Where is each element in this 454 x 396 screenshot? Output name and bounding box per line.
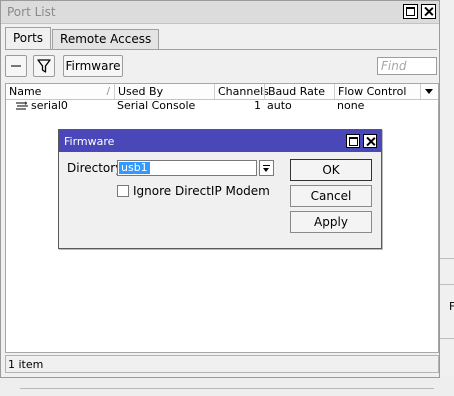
column-menu-button[interactable] bbox=[420, 84, 438, 99]
dialog-title: Firmware bbox=[64, 135, 115, 148]
background-window-bottom bbox=[0, 376, 454, 396]
window-title: Port List bbox=[7, 5, 56, 19]
tab-remote-access[interactable]: Remote Access bbox=[52, 29, 160, 49]
divider bbox=[20, 388, 434, 389]
divider bbox=[439, 258, 454, 259]
background-edge-text: F bbox=[449, 300, 454, 313]
find-field[interactable] bbox=[377, 57, 438, 75]
ok-button[interactable]: OK bbox=[290, 159, 372, 181]
directory-field[interactable]: usb1 bbox=[117, 160, 257, 176]
close-icon[interactable] bbox=[421, 4, 436, 19]
row-name-cell: serial0 bbox=[12, 99, 114, 113]
column-header-name[interactable]: Name / bbox=[6, 84, 114, 99]
tab-ports[interactable]: Ports bbox=[5, 27, 52, 50]
maximize-icon[interactable] bbox=[403, 4, 418, 19]
background-window-edge: F bbox=[438, 0, 454, 396]
divider bbox=[439, 284, 454, 285]
divider bbox=[5, 49, 437, 50]
tab-bar: Ports Remote Access bbox=[5, 27, 160, 50]
apply-button[interactable]: Apply bbox=[290, 211, 372, 233]
maximize-icon[interactable] bbox=[346, 134, 360, 148]
table-row[interactable]: serial0 Serial Console 1 auto none bbox=[6, 99, 438, 113]
sort-indicator: / bbox=[106, 86, 110, 97]
directory-value: usb1 bbox=[119, 161, 150, 174]
ignore-directip-modem-checkbox[interactable] bbox=[117, 185, 129, 197]
item-count: 1 item bbox=[8, 358, 44, 371]
filter-button[interactable] bbox=[33, 55, 55, 77]
window-titlebar[interactable]: Port List bbox=[1, 1, 439, 24]
row-used-by: Serial Console bbox=[117, 99, 196, 112]
row-name: serial0 bbox=[31, 99, 68, 112]
column-header-flow-control[interactable]: Flow Control bbox=[334, 84, 421, 99]
column-header-label: Name bbox=[9, 85, 42, 98]
serial-port-icon bbox=[16, 101, 28, 110]
divider bbox=[439, 338, 454, 339]
column-header-used-by[interactable]: Used By bbox=[114, 84, 214, 99]
column-header-channels[interactable]: Channels bbox=[214, 84, 269, 99]
row-flow-control: none bbox=[337, 99, 365, 112]
dialog-titlebar[interactable]: Firmware bbox=[59, 130, 381, 152]
row-channels: 1 bbox=[254, 99, 261, 112]
firmware-button[interactable]: Firmware bbox=[63, 55, 123, 77]
firmware-dialog: Firmware Directory: usb1 Ignore DirectIP… bbox=[58, 129, 382, 249]
status-bar: 1 item bbox=[5, 355, 439, 373]
directory-dropdown-button[interactable] bbox=[259, 160, 274, 176]
table-header: Name / Used By Channels Baud Rate Flow C… bbox=[6, 84, 438, 100]
filter-icon bbox=[37, 59, 51, 73]
column-header-baud-rate[interactable]: Baud Rate bbox=[264, 84, 334, 99]
row-baud-rate: auto bbox=[267, 99, 292, 112]
close-icon[interactable] bbox=[363, 134, 377, 148]
remove-button[interactable] bbox=[5, 55, 27, 77]
ignore-directip-modem-label: Ignore DirectIP Modem bbox=[133, 184, 270, 198]
cancel-button[interactable]: Cancel bbox=[290, 185, 372, 207]
find-input[interactable] bbox=[378, 58, 438, 74]
